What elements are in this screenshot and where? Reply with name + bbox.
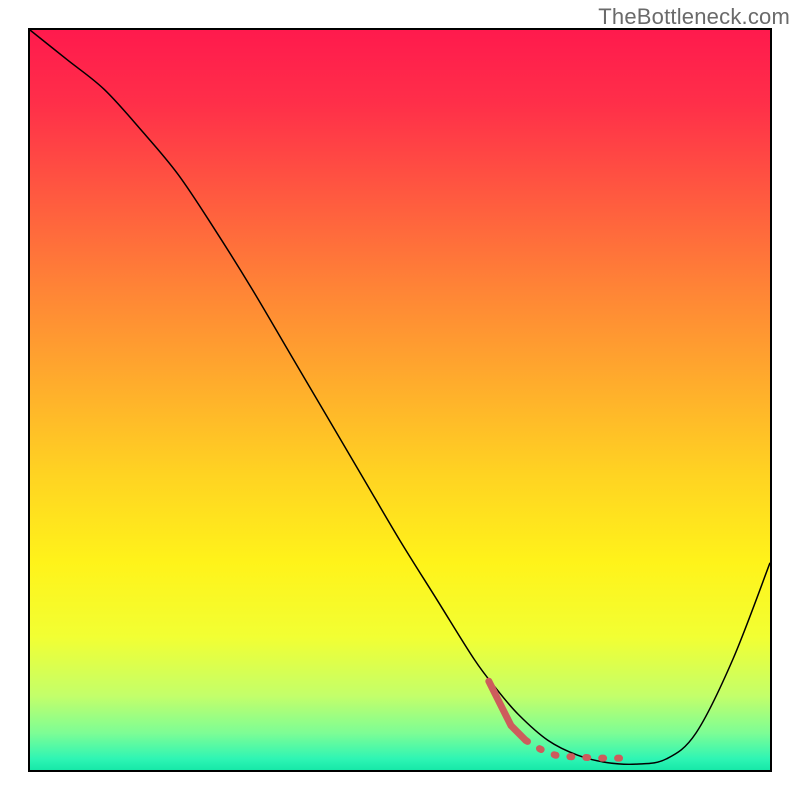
chart-container — [28, 28, 772, 772]
chart-background — [30, 30, 770, 770]
chart-svg — [30, 30, 770, 770]
watermark-text: TheBottleneck.com — [598, 4, 790, 30]
